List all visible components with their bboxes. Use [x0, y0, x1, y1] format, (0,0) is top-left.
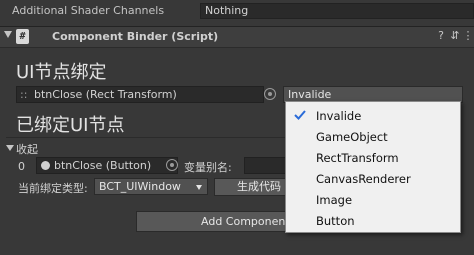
chevron-down-icon	[196, 185, 202, 190]
bound-object-picker-icon[interactable]	[166, 159, 178, 171]
bound-index: 0	[18, 160, 25, 173]
help-icon[interactable]: ?	[434, 29, 448, 43]
alias-label: 变量别名:	[184, 161, 232, 174]
menu-item-image[interactable]: Image	[286, 190, 460, 210]
presets-icon[interactable]: ⇵	[448, 29, 462, 43]
menu-item-recttransform[interactable]: RectTransform	[286, 148, 460, 168]
menu-item-gameobject[interactable]: GameObject	[286, 127, 460, 147]
component-title: Component Binder (Script)	[52, 30, 219, 43]
object-picker-icon[interactable]	[264, 88, 276, 100]
add-component-button[interactable]: Add Componen	[136, 211, 304, 232]
script-icon: #	[16, 29, 29, 44]
section-title-bind: UI节点绑定	[16, 62, 107, 83]
rect-transform-icon: ::	[20, 88, 28, 101]
menu-item-invalide[interactable]: Invalide	[286, 106, 460, 126]
section-title-bound: 已绑定UI节点	[16, 115, 125, 136]
bind-type-dropdown[interactable]: BCT_UIWindow	[94, 178, 208, 195]
more-menu-icon[interactable]: ⋮	[461, 29, 474, 43]
type-dropdown-menu: Invalide GameObject RectTransform Canvas…	[285, 101, 461, 233]
button-component-icon	[41, 161, 50, 170]
shader-channels-label: Additional Shader Channels	[12, 4, 165, 17]
collapse-label[interactable]: 收起	[16, 141, 38, 157]
bind-type-label: 当前绑定类型:	[18, 182, 88, 195]
checkmark-icon	[294, 110, 306, 120]
menu-item-button[interactable]: Button	[286, 211, 460, 231]
collapse-arrow-icon[interactable]	[6, 145, 14, 151]
object-field-value: btnClose (Rect Transform)	[34, 88, 177, 101]
menu-item-canvasrenderer[interactable]: CanvasRenderer	[286, 169, 460, 189]
foldout-arrow-icon[interactable]	[4, 31, 12, 38]
shader-channels-dropdown[interactable]: Nothing	[200, 3, 474, 19]
bound-object-value: btnClose (Button)	[54, 159, 152, 172]
